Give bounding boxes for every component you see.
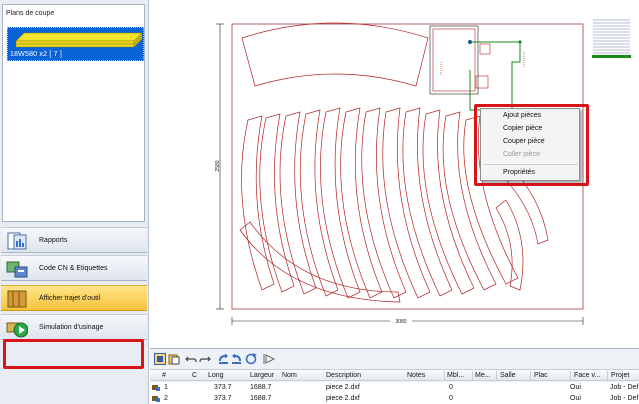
cutting-plans-panel: Plans de coupe 18W580 x2 [ 7 ]: [2, 4, 145, 222]
rotate-left-icon[interactable]: [217, 353, 229, 365]
row-project: Job - Def: [610, 395, 639, 402]
col-c[interactable]: C: [192, 372, 197, 379]
row-width: 1688.7: [250, 384, 272, 391]
row-width: 1688.7: [250, 395, 272, 402]
sheet-stack-icon: [16, 32, 142, 48]
undo-icon[interactable]: [185, 353, 197, 365]
col-name[interactable]: Nom: [282, 372, 297, 379]
row-quantity: 0: [449, 395, 453, 402]
select-icon[interactable]: [154, 353, 166, 365]
col-room[interactable]: Salle: [500, 372, 516, 379]
vertical-dimension-label: 2580: [215, 160, 221, 171]
show-toolpath-button[interactable]: Afficher trajet d'outil: [1, 285, 147, 311]
mini-legend: [592, 19, 631, 58]
col-face[interactable]: Face v...: [574, 372, 600, 379]
menu-properties[interactable]: Propriétés: [503, 169, 535, 176]
menu-cut-part[interactable]: Couper pièce: [503, 138, 545, 145]
reports-label: Rapports: [39, 237, 68, 244]
row-number: 2: [164, 395, 168, 402]
redo-icon[interactable]: [199, 353, 211, 365]
horizontal-dimension-label: 3080: [395, 319, 406, 325]
machining-simulation-label: Simulation d'usinage: [39, 324, 104, 331]
part-icon: [152, 385, 160, 391]
paste-icon[interactable]: [168, 353, 180, 365]
menu-paste-part: Coller pièce: [503, 151, 540, 158]
machining-simulation-button[interactable]: Simulation d'usinage: [1, 314, 147, 340]
filter-icon[interactable]: [263, 353, 275, 365]
col-description[interactable]: Description: [326, 372, 361, 379]
col-furniture[interactable]: Mbl...: [447, 372, 464, 379]
col-length[interactable]: Long: [208, 372, 224, 379]
parts-panel: # C Long Largeur Nom Description Notes M…: [150, 348, 639, 404]
table-row[interactable]: 1 373.7 1688.7 piece 2.dxf 0 Oui Job - D…: [150, 382, 639, 393]
row-face: Oui: [570, 384, 581, 391]
row-length: 373.7: [214, 384, 232, 391]
cnc-code-icon: [6, 261, 28, 278]
row-description: piece 2.dxf: [326, 384, 360, 391]
col-project[interactable]: Projet: [611, 372, 629, 379]
show-toolpath-label: Afficher trajet d'outil: [39, 295, 101, 302]
rotate-right-icon[interactable]: [231, 353, 243, 365]
table-row[interactable]: 2 373.7 1688.7 piece 2.dxf 0 Oui Job - D…: [150, 393, 639, 404]
refresh-icon[interactable]: [245, 353, 257, 365]
part-icon: [152, 396, 160, 402]
toolbar-highlight: [3, 339, 144, 369]
col-material[interactable]: Me...: [475, 372, 491, 379]
parts-toolbar: [150, 352, 639, 368]
row-number: 1: [164, 384, 168, 391]
context-menu: Ajout pièces Copier pièce Couper pièce C…: [480, 108, 580, 181]
toolpath-icon: [7, 290, 27, 308]
cnc-code-labels-label: Code CN & Etiquettes: [39, 265, 108, 272]
cutting-plan-label: 18W580 x2 [ 7 ]: [10, 51, 63, 58]
menu-add-parts[interactable]: Ajout pièces: [503, 112, 541, 119]
col-notes[interactable]: Notes: [407, 372, 425, 379]
col-width[interactable]: Largeur: [250, 372, 274, 379]
menu-separator: [484, 164, 578, 165]
row-face: Oui: [570, 395, 581, 402]
row-length: 373.7: [214, 395, 232, 402]
cnc-code-labels-button[interactable]: Code CN & Etiquettes: [1, 255, 147, 281]
col-number[interactable]: #: [162, 372, 166, 379]
parts-grid-header: # C Long Largeur Nom Description Notes M…: [150, 369, 639, 381]
col-placement[interactable]: Plac: [534, 372, 548, 379]
simulation-icon: [6, 322, 28, 338]
row-description: piece 2.dxf: [326, 395, 360, 402]
reports-button[interactable]: Rapports: [1, 227, 147, 253]
menu-copy-part[interactable]: Copier pièce: [503, 125, 542, 132]
cutting-plan-item[interactable]: 18W580 x2 [ 7 ]: [7, 27, 144, 61]
cutting-plans-title: Plans de coupe: [6, 10, 55, 17]
report-icon: [7, 232, 27, 250]
row-project: Job - Def: [610, 384, 639, 391]
row-quantity: 0: [449, 384, 453, 391]
